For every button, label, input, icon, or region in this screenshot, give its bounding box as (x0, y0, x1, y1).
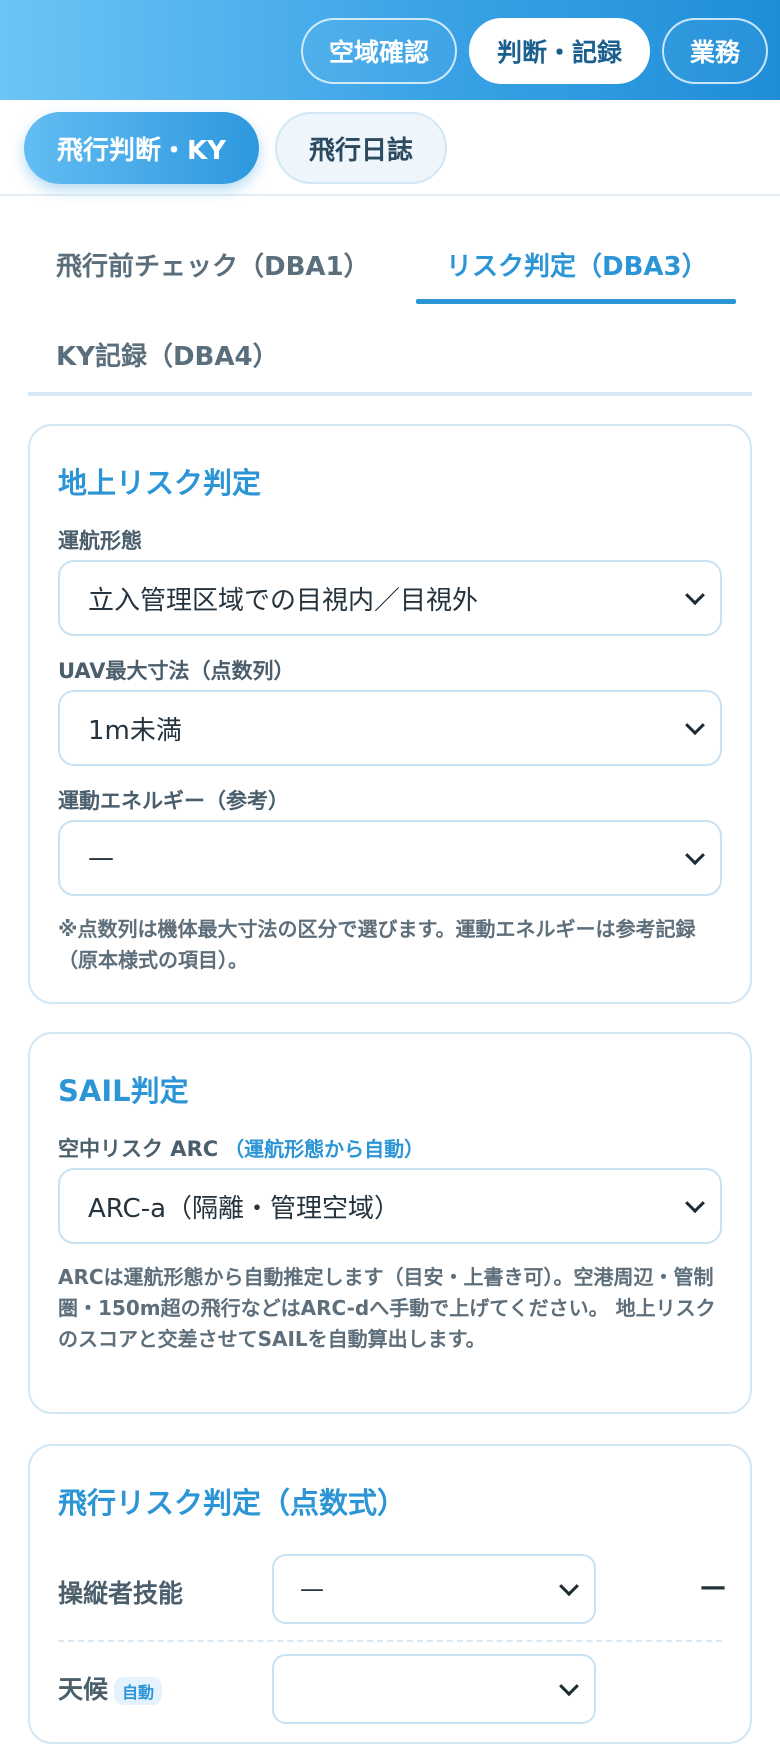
app-header: 空域確認 判断・記録 業務 (0, 0, 780, 100)
active-tab-indicator (416, 299, 736, 304)
ground-risk-title: 地上リスク判定 (58, 466, 262, 500)
chevron-down-icon (685, 845, 705, 866)
flight-risk-title: 飛行リスク判定（点数式） (58, 1486, 407, 1520)
sail-note: ARCは運航形態から自動推定します（目安・上書き可）。空港周辺・管制圏・150m… (58, 1265, 716, 1351)
chevron-down-icon (559, 1676, 579, 1697)
sail-title: SAIL判定 (58, 1074, 189, 1108)
section-tabs: 飛行前チェック（DBA1） リスク判定（DBA3） KY記録（DBA4） (28, 200, 752, 396)
tab-ky-record[interactable]: KY記録（DBA4） (56, 336, 279, 373)
nav-airspace-check[interactable]: 空域確認 (300, 18, 457, 84)
weather-label-text: 天候 (58, 1675, 109, 1704)
arc-auto-hint: （運航形態から自動） (224, 1137, 425, 1161)
chevron-down-icon (685, 715, 705, 736)
row-divider (58, 1640, 722, 1642)
ground-risk-note: ※点数列は機体最大寸法の区分で選びます。運動エネルギーは参考記録（原本様式の項目… (58, 917, 696, 972)
kinetic-energy-label: 運動エネルギー（参考） (58, 789, 289, 813)
arc-label-text: 空中リスク ARC (58, 1137, 219, 1161)
auto-badge: 自動 (114, 1677, 163, 1705)
nav-judgement-record[interactable]: 判断・記録 (468, 18, 650, 84)
arc-value: ARC-a（隔離・管理空域） (88, 1193, 401, 1224)
pilot-skill-select[interactable]: — (272, 1554, 596, 1624)
operation-mode-select[interactable]: 立入管理区域での目視内／目視外 (58, 560, 722, 636)
chevron-down-icon (559, 1576, 579, 1597)
nav-operations[interactable]: 業務 (661, 18, 768, 84)
pilot-skill-value: — (300, 1575, 324, 1603)
ground-risk-card: 地上リスク判定 運航形態 立入管理区域での目視内／目視外 UAV最大寸法（点数列… (28, 424, 752, 1004)
sub-tab-bar: 飛行判断・KY 飛行日誌 (0, 100, 780, 196)
weather-label: 天候 自動 (58, 1670, 163, 1706)
operation-mode-label: 運航形態 (58, 529, 142, 553)
arc-label: 空中リスク ARC （運航形態から自動） (58, 1133, 424, 1163)
uav-size-select[interactable]: 1m未満 (58, 690, 722, 766)
arc-select[interactable]: ARC-a（隔離・管理空域） (58, 1168, 722, 1244)
uav-size-value: 1m未満 (88, 715, 182, 746)
tab-flight-judgement-ky[interactable]: 飛行判断・KY (24, 112, 259, 184)
tab-risk-assessment[interactable]: リスク判定（DBA3） (446, 246, 708, 283)
tab-flight-log[interactable]: 飛行日誌 (275, 112, 447, 184)
top-nav: 空域確認 判断・記録 業務 (300, 18, 768, 84)
flight-risk-card: 飛行リスク判定（点数式） 操縦者技能 — — 天候 自動 (28, 1444, 752, 1744)
uav-size-label: UAV最大寸法（点数列） (58, 659, 295, 683)
tab-preflight-check[interactable]: 飛行前チェック（DBA1） (56, 246, 370, 283)
kinetic-energy-value: — (88, 843, 114, 873)
operation-mode-value: 立入管理区域での目視内／目視外 (88, 585, 479, 616)
pilot-skill-score: — (700, 1572, 726, 1602)
chevron-down-icon (685, 585, 705, 606)
sail-card: SAIL判定 空中リスク ARC （運航形態から自動） ARC-a（隔離・管理空域… (28, 1032, 752, 1414)
pilot-skill-label: 操縦者技能 (58, 1579, 184, 1608)
chevron-down-icon (685, 1193, 705, 1214)
weather-select[interactable] (272, 1654, 596, 1724)
kinetic-energy-select[interactable]: — (58, 820, 722, 896)
